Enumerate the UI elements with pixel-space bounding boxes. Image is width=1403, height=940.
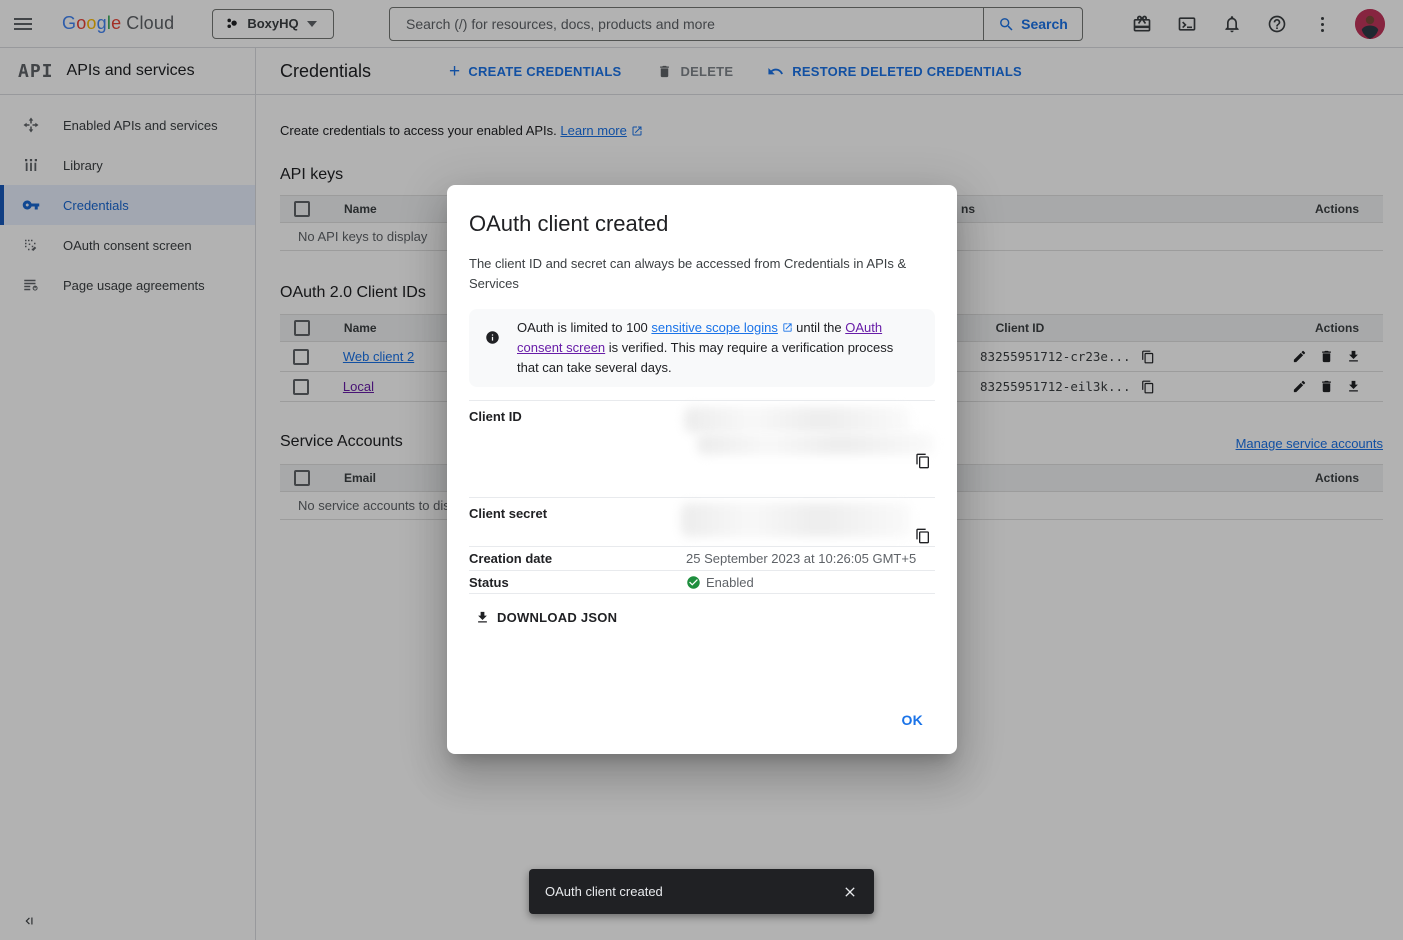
client-secret-label: Client secret bbox=[469, 498, 686, 546]
close-icon[interactable] bbox=[842, 884, 858, 900]
check-circle-icon bbox=[686, 575, 701, 590]
client-secret-redacted bbox=[681, 503, 911, 537]
toast: OAuth client created bbox=[529, 869, 874, 914]
client-id-redacted bbox=[684, 407, 910, 433]
copy-icon[interactable] bbox=[915, 453, 931, 469]
creation-date-label: Creation date bbox=[469, 551, 686, 566]
dialog-description: The client ID and secret can always be a… bbox=[469, 254, 914, 294]
toast-message: OAuth client created bbox=[545, 884, 842, 899]
client-secret-row: Client secret bbox=[469, 497, 935, 546]
creation-date-row: Creation date 25 September 2023 at 10:26… bbox=[469, 546, 935, 570]
creation-date-value: 25 September 2023 at 10:26:05 GMT+5 bbox=[686, 551, 916, 566]
status-value: Enabled bbox=[706, 575, 754, 590]
download-json-button[interactable]: DOWNLOAD JSON bbox=[469, 606, 623, 629]
client-id-row: Client ID bbox=[469, 400, 935, 475]
download-icon bbox=[475, 610, 490, 625]
ok-button[interactable]: OK bbox=[894, 706, 932, 734]
status-row: Status Enabled bbox=[469, 570, 935, 594]
client-id-redacted bbox=[697, 433, 935, 455]
verification-notice: OAuth is limited to 100 sensitive scope … bbox=[469, 309, 935, 387]
oauth-client-created-dialog: OAuth client created The client ID and s… bbox=[447, 185, 957, 754]
copy-icon[interactable] bbox=[915, 528, 931, 544]
notice-text: OAuth is limited to 100 sensitive scope … bbox=[517, 318, 917, 378]
dialog-title: OAuth client created bbox=[469, 211, 935, 237]
info-icon bbox=[485, 330, 500, 378]
status-label: Status bbox=[469, 575, 686, 590]
download-json-label: DOWNLOAD JSON bbox=[497, 610, 617, 625]
notice-fragment: OAuth is limited to 100 bbox=[517, 320, 651, 335]
sensitive-scope-logins-link[interactable]: sensitive scope logins bbox=[651, 320, 777, 335]
dialog-fields: Client ID Client secret Creation date 25… bbox=[469, 400, 935, 594]
client-id-label: Client ID bbox=[469, 401, 686, 475]
external-link-icon bbox=[782, 322, 793, 333]
notice-fragment: until the bbox=[793, 320, 846, 335]
